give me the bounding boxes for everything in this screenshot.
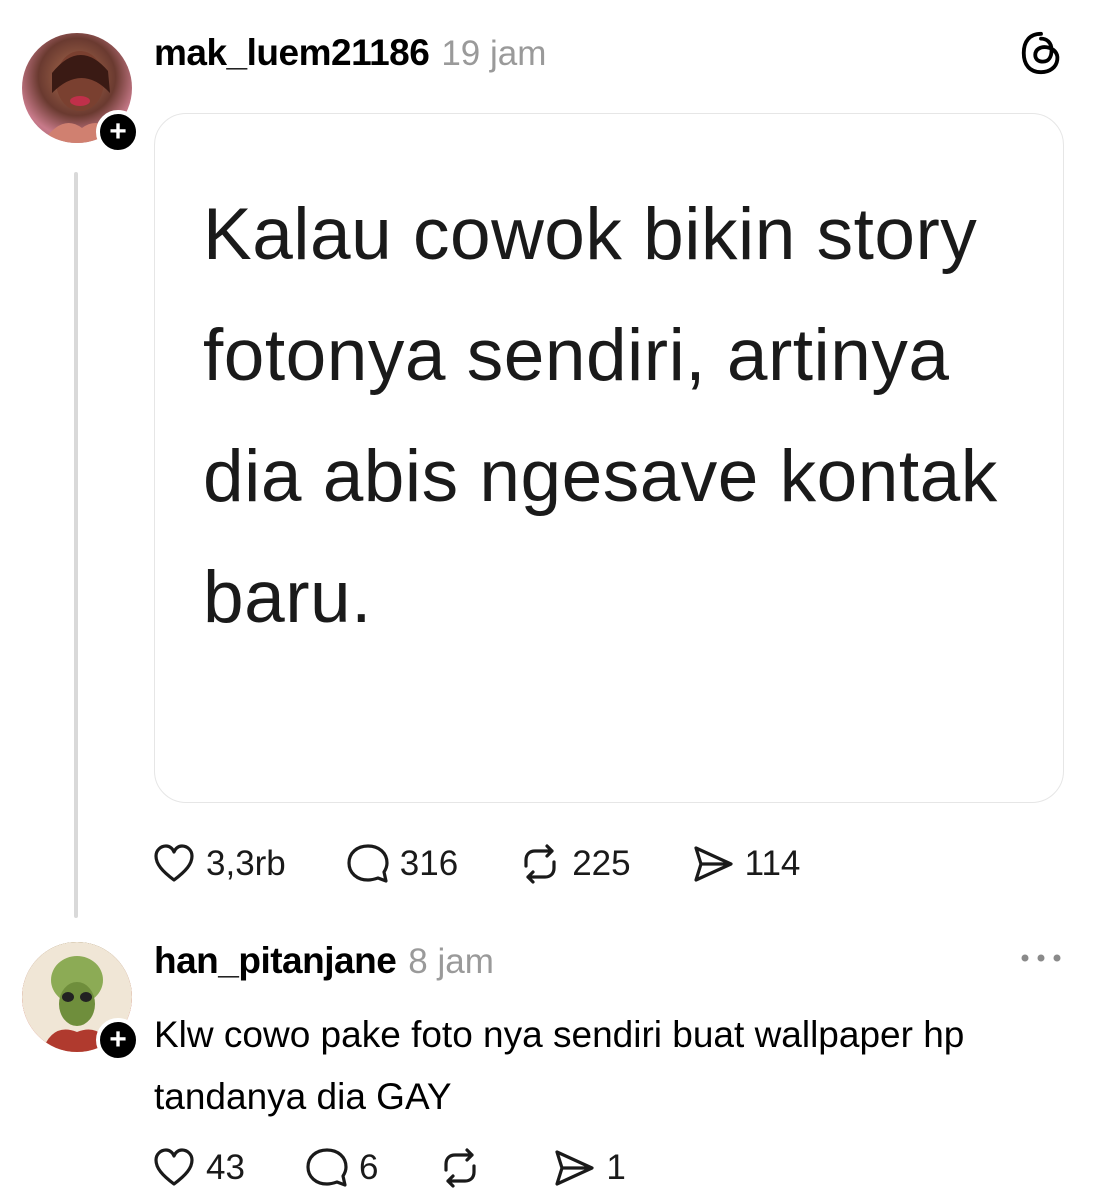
- reply-header: han_pitanjane 8 jam: [154, 940, 494, 982]
- like-count: 3,3rb: [206, 844, 286, 883]
- post-actions: 3,3rb 316 225 114: [152, 842, 860, 886]
- share-count: 114: [744, 844, 801, 883]
- repost-button[interactable]: [438, 1146, 492, 1190]
- original-post: + mak_luem21186 19 jam Kalau cowok bikin…: [0, 0, 1096, 920]
- reply-count: 6: [358, 1148, 379, 1187]
- follow-button[interactable]: +: [96, 110, 140, 154]
- like-button[interactable]: 3,3rb: [152, 842, 286, 886]
- reply-text: Klw cowo pake foto nya sendiri buat wall…: [154, 1014, 965, 1117]
- reply-count: 316: [399, 844, 459, 883]
- share-button[interactable]: 114: [691, 842, 801, 886]
- comment-icon: [306, 1148, 348, 1187]
- timestamp: 19 jam: [441, 34, 547, 73]
- plus-icon: +: [109, 1023, 127, 1056]
- post-image[interactable]: Kalau cowok bikin story fotonya sendiri,…: [154, 113, 1064, 803]
- reply-actions: 43 6 1: [152, 1146, 686, 1190]
- plus-icon: +: [109, 115, 127, 148]
- heart-icon: [154, 1148, 194, 1186]
- like-button[interactable]: 43: [152, 1146, 245, 1190]
- comment-icon: [347, 844, 389, 883]
- reply-button[interactable]: 6: [305, 1146, 378, 1190]
- reply-post: + han_pitanjane 8 jam Klw cowo pake foto…: [0, 920, 1096, 1200]
- reply-button[interactable]: 316: [346, 842, 458, 886]
- heart-icon: [154, 844, 194, 882]
- post-header: mak_luem21186 19 jam: [154, 32, 546, 74]
- threads-icon[interactable]: [1018, 30, 1064, 76]
- send-icon: [555, 1150, 595, 1186]
- repost-button[interactable]: 225: [518, 842, 631, 886]
- timestamp: 8 jam: [408, 942, 494, 981]
- share-button[interactable]: 1: [552, 1146, 626, 1190]
- repost-icon: [524, 844, 556, 884]
- send-icon: [693, 846, 733, 882]
- more-dots-icon[interactable]: [1018, 950, 1064, 966]
- follow-button[interactable]: +: [96, 1018, 140, 1062]
- share-count: 1: [606, 1148, 626, 1187]
- repost-icon: [444, 1148, 477, 1188]
- thread-line: [74, 172, 78, 918]
- username[interactable]: mak_luem21186: [154, 32, 430, 74]
- username[interactable]: han_pitanjane: [154, 940, 397, 982]
- repost-count: 225: [572, 844, 631, 883]
- post-image-text: Kalau cowok bikin story fotonya sendiri,…: [203, 194, 998, 638]
- like-count: 43: [206, 1148, 245, 1187]
